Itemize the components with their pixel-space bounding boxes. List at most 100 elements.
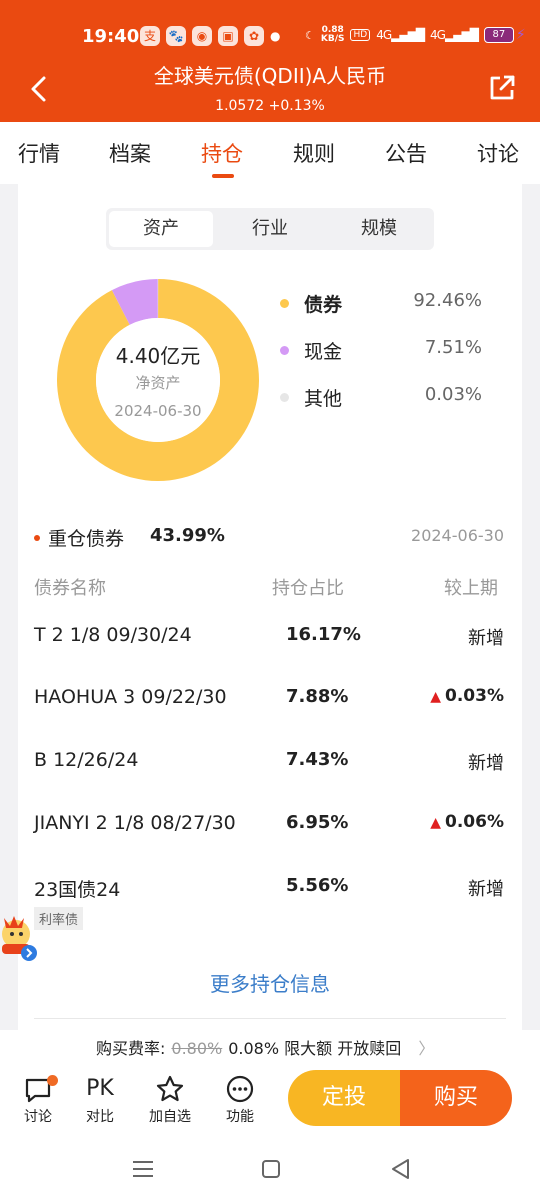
status-indicators: ☾ 0.88 KB/S HD 4G▂▄▆█ 4G▂▄▆█ 87 ⚡ <box>305 26 526 44</box>
table-row[interactable]: T 2 1/8 09/30/24 16.17% 新增 <box>34 624 506 684</box>
discuss-button[interactable]: 讨论 <box>12 1072 64 1136</box>
bond-change: 新增 <box>468 879 504 900</box>
bond-type-tag: 利率债 <box>34 907 84 930</box>
top-holdings-title: 重仓债券 <box>48 528 125 550</box>
back-triangle-icon[interactable] <box>386 1154 416 1184</box>
system-navigation-bar <box>0 1142 540 1200</box>
bond-pct: 16.17% <box>286 624 361 645</box>
purchase-fee-bar[interactable]: 购买费率: 0.80% 0.08% 限大额 开放赎回 〉 <box>0 1030 540 1062</box>
donut-center: 4.40亿元 净资产 2024-06-30 <box>56 278 260 482</box>
signal-4g-2: 4G▂▄▆█ <box>430 28 479 42</box>
battery-icon: 87 ⚡ <box>483 27 526 43</box>
arrow-up-icon: ▲ <box>430 815 442 831</box>
menu-icon[interactable] <box>128 1154 158 1184</box>
hd-badge: HD <box>350 29 371 41</box>
legend-item-cash: 现金 7.51% <box>278 337 488 365</box>
signal-label-2: 4G <box>430 28 446 42</box>
paw-app-icon: 🐾 <box>166 26 186 46</box>
fee-current: 0.08% <box>228 1039 280 1058</box>
purchase-limit: 限大额 <box>284 1039 333 1058</box>
notes-app-icon: ▣ <box>218 26 238 46</box>
fund-nav-change: 1.0572 +0.13% <box>215 98 325 114</box>
tab-market[interactable]: 行情 <box>18 138 60 168</box>
notification-icons: 支 🐾 ◉ ▣ ✿ ● <box>140 26 280 46</box>
share-icon <box>490 75 515 100</box>
bond-name: 23国债24 <box>34 879 121 901</box>
functions-label: 功能 <box>226 1109 254 1125</box>
bond-change: 新增 <box>468 753 504 774</box>
tab-announcements[interactable]: 公告 <box>385 138 427 168</box>
segment-scale[interactable]: 规模 <box>327 211 431 247</box>
pk-icon: PK <box>86 1076 114 1101</box>
home-icon[interactable] <box>256 1154 286 1184</box>
signal-4g-1: 4G▂▄▆█ <box>376 28 425 42</box>
legend-label: 债券 <box>304 294 343 316</box>
notification-badge <box>47 1075 58 1086</box>
fee-original: 0.80% <box>171 1039 223 1058</box>
more-holdings-link[interactable]: 更多持仓信息 <box>0 968 540 997</box>
legend-dot-icon <box>280 393 289 402</box>
chat-app-icon: ◉ <box>192 26 212 46</box>
bond-name: T 2 1/8 09/30/24 <box>34 624 192 646</box>
app-header: 19:40 支 🐾 ◉ ▣ ✿ ● ☾ 0.88 KB/S HD 4G▂▄▆█ 4… <box>0 0 540 122</box>
table-row[interactable]: HAOHUA 3 09/22/30 7.88% ▲ 0.03% <box>34 686 506 746</box>
tab-profile[interactable]: 档案 <box>109 138 151 168</box>
battery-level: 87 <box>483 27 514 43</box>
functions-button[interactable]: 功能 <box>214 1072 266 1136</box>
top-holdings-header: 重仓债券 43.99% 2024-06-30 <box>34 524 506 554</box>
legend-dot-icon <box>280 346 289 355</box>
legend-pct: 7.51% <box>424 337 482 358</box>
fee-label: 购买费率: <box>96 1039 166 1058</box>
more-notifications-dot-icon: ● <box>270 29 281 43</box>
bond-name: B 12/26/24 <box>34 749 139 771</box>
moon-icon: ☾ <box>305 28 315 42</box>
bond-change: ▲ 0.06% <box>430 812 504 832</box>
legend-dot-icon <box>280 299 289 308</box>
tab-holdings[interactable]: 持仓 <box>201 138 243 168</box>
compare-button[interactable]: PK 对比 <box>74 1072 126 1136</box>
bond-name: HAOHUA 3 09/22/30 <box>34 686 227 708</box>
buy-button[interactable]: 购买 <box>400 1070 512 1126</box>
divider <box>34 1018 506 1019</box>
top-holdings-date: 2024-06-30 <box>411 526 504 545</box>
legend-label: 现金 <box>304 341 343 363</box>
bond-change: 新增 <box>468 628 504 649</box>
segment-industry[interactable]: 行业 <box>218 211 322 247</box>
legend-pct: 0.03% <box>424 384 482 405</box>
table-row[interactable]: 23国债24 5.56% 新增 利率债 <box>34 875 506 935</box>
arrow-up-icon: ▲ <box>430 689 442 705</box>
bond-name: JIANYI 2 1/8 08/27/30 <box>34 812 236 834</box>
net-assets-date: 2024-06-30 <box>114 402 202 420</box>
active-tab-indicator <box>212 174 234 178</box>
net-speed-unit: KB/S <box>320 34 345 44</box>
bond-pct: 7.43% <box>286 749 349 770</box>
tab-discussion[interactable]: 讨论 <box>477 138 519 168</box>
segment-assets[interactable]: 资产 <box>109 211 213 247</box>
net-speed: 0.88 KB/S <box>321 26 345 44</box>
legend-item-bonds: 债券 92.46% <box>278 290 488 318</box>
bottom-action-bar: 讨论 PK 对比 加自选 功能 定投 购买 <box>0 1062 540 1142</box>
compare-label: 对比 <box>86 1109 114 1125</box>
legend-label: 其他 <box>304 388 343 410</box>
tab-rules[interactable]: 规则 <box>293 138 335 168</box>
watchlist-label: 加自选 <box>149 1109 191 1125</box>
table-row[interactable]: JIANYI 2 1/8 08/27/30 6.95% ▲ 0.06% <box>34 812 506 872</box>
table-row[interactable]: B 12/26/24 7.43% 新增 <box>34 749 506 809</box>
bond-change: ▲ 0.03% <box>430 686 504 706</box>
game-app-icon: ✿ <box>244 26 264 46</box>
bond-pct: 5.56% <box>286 875 349 896</box>
bullet-dot-icon <box>34 535 40 541</box>
fund-title: 全球美元债(QDII)A人民币 <box>153 64 387 88</box>
floating-mascot-button[interactable] <box>0 906 40 966</box>
add-watchlist-button[interactable]: 加自选 <box>144 1072 196 1136</box>
mascot-icon <box>2 916 37 961</box>
bond-change-value: 0.03% <box>445 686 504 706</box>
charging-icon: ⚡ <box>515 27 526 43</box>
top-holdings-total: 43.99% <box>150 525 225 546</box>
auto-invest-button[interactable]: 定投 <box>288 1070 400 1126</box>
allocation-segment-control: 资产 行业 规模 <box>106 208 434 250</box>
share-button[interactable] <box>486 72 518 104</box>
legend-pct: 92.46% <box>413 290 482 311</box>
status-time: 19:40 <box>82 26 140 47</box>
column-header-name: 债券名称 <box>34 578 106 599</box>
